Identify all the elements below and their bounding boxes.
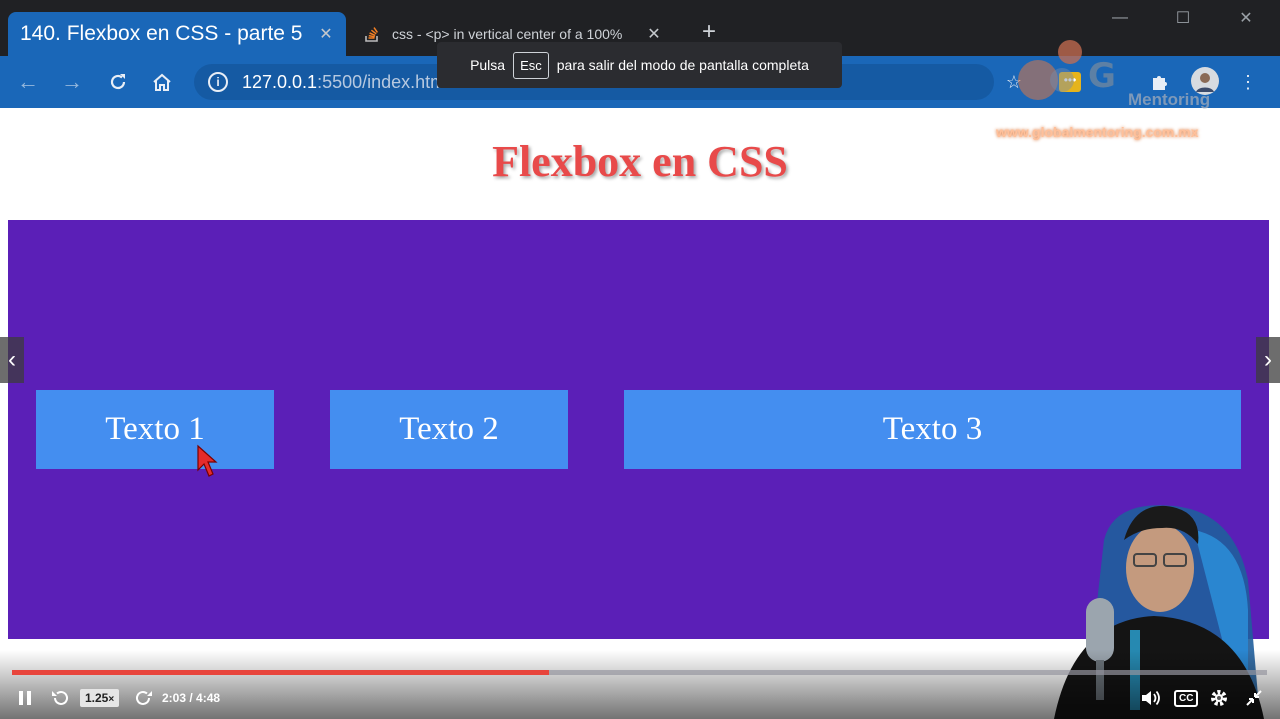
close-tab-icon[interactable]: ✕ [318, 24, 334, 44]
previous-arrow-icon[interactable]: ‹ [0, 337, 24, 383]
video-progress-fill [12, 670, 550, 675]
global-mentoring-watermark: G Mentoring www.globalmentoring.com.mx [990, 40, 1220, 144]
speed-badge: 1.25× [80, 689, 120, 707]
close-tab-icon[interactable]: ✕ [646, 24, 662, 44]
watermark-brand: G [1088, 56, 1116, 96]
screen: 140. Flexbox en CSS - parte 5 ✕ css - <p… [0, 0, 1280, 719]
url-host: 127.0.0.1 [242, 71, 318, 92]
stackoverflow-icon [364, 26, 380, 42]
forward-skip-icon[interactable] [134, 686, 154, 710]
flex-item-2: Texto 2 [330, 390, 568, 469]
flex-item-3: Texto 3 [624, 390, 1241, 469]
pause-icon[interactable] [16, 686, 34, 710]
window-close-icon[interactable]: ✕ [1214, 0, 1278, 36]
notice-text-before: Pulsa [470, 57, 506, 73]
forward-icon[interactable]: → [58, 68, 86, 96]
video-progress-bar[interactable] [12, 670, 1267, 675]
watermark-subtitle: Mentoring [1128, 90, 1211, 109]
url-text: 127.0.0.1:5500/index.html [242, 72, 449, 93]
rewind-icon[interactable] [50, 686, 70, 710]
minimize-icon[interactable]: — [1088, 0, 1152, 36]
speed-value: 1.25 [85, 691, 109, 705]
tab-active[interactable]: 140. Flexbox en CSS - parte 5 ✕ [8, 12, 346, 56]
maximize-icon[interactable]: ☐ [1151, 0, 1215, 36]
captions-label: CC [1174, 689, 1199, 707]
back-icon[interactable]: ← [14, 68, 42, 96]
tab-title: css - <p> in vertical center of a 100% [392, 26, 623, 42]
site-info-icon[interactable]: i [208, 72, 228, 92]
playback-speed-button[interactable]: 1.25× [80, 686, 120, 710]
exit-fullscreen-icon[interactable] [1244, 686, 1264, 710]
tab-title: 140. Flexbox en CSS - parte 5 [20, 22, 303, 45]
settings-gear-icon[interactable] [1208, 686, 1230, 710]
menu-kebab-icon[interactable]: ⋮ [1236, 70, 1260, 94]
esc-key-badge: Esc [513, 51, 549, 79]
url-path: :5500/index.html [317, 71, 450, 92]
volume-icon[interactable] [1140, 686, 1162, 710]
notice-text-after: para salir del modo de pantalla completa [556, 57, 809, 73]
page-title: Flexbox en CSS [492, 137, 788, 186]
next-arrow-icon[interactable]: › [1256, 337, 1280, 383]
reload-icon[interactable] [104, 68, 132, 96]
mouse-cursor-icon [197, 444, 218, 477]
video-timecode: 2:03 / 4:48 [162, 691, 221, 705]
speed-suffix: × [108, 694, 115, 705]
flex-item-1: Texto 1 [36, 390, 274, 469]
globe-logo-icon [1018, 40, 1082, 100]
fullscreen-notice: Pulsa Esc para salir del modo de pantall… [437, 42, 842, 88]
home-icon[interactable] [148, 68, 176, 96]
captions-icon[interactable]: CC [1174, 686, 1199, 710]
